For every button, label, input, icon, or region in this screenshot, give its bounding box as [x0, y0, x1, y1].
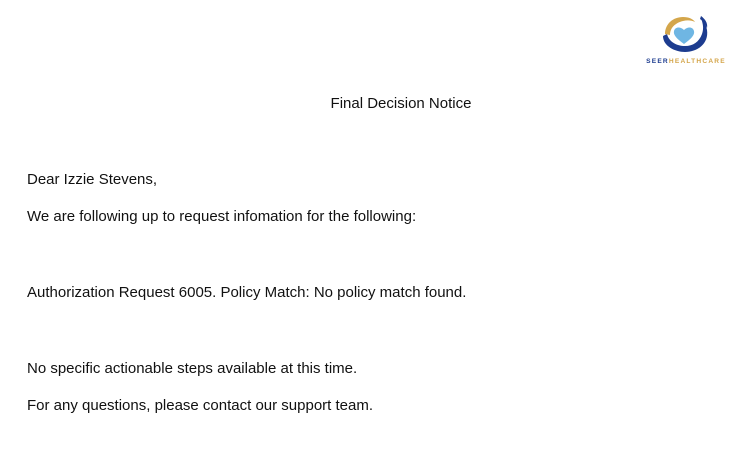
greeting: Dear Izzie Stevens, — [27, 171, 158, 188]
contact-paragraph: For any questions, please contact our su… — [27, 397, 374, 414]
letter-page: SEERHEALTHCARE Final Decision Notice Dea… — [0, 0, 755, 450]
logo-wordmark: SEERHEALTHCARE — [640, 58, 732, 65]
intro-paragraph: We are following up to request infomatio… — [27, 208, 417, 225]
notice-title: Final Decision Notice — [330, 95, 472, 112]
logo-word-seer: SEER — [646, 58, 669, 65]
logo-word-healthcare: HEALTHCARE — [668, 58, 726, 65]
heart-hands-logo-icon — [663, 16, 708, 52]
authorization-request-line: Authorization Request 6005. Policy Match… — [27, 284, 467, 301]
steps-paragraph: No specific actionable steps available a… — [27, 360, 358, 377]
seer-healthcare-logo: SEERHEALTHCARE — [640, 14, 732, 70]
